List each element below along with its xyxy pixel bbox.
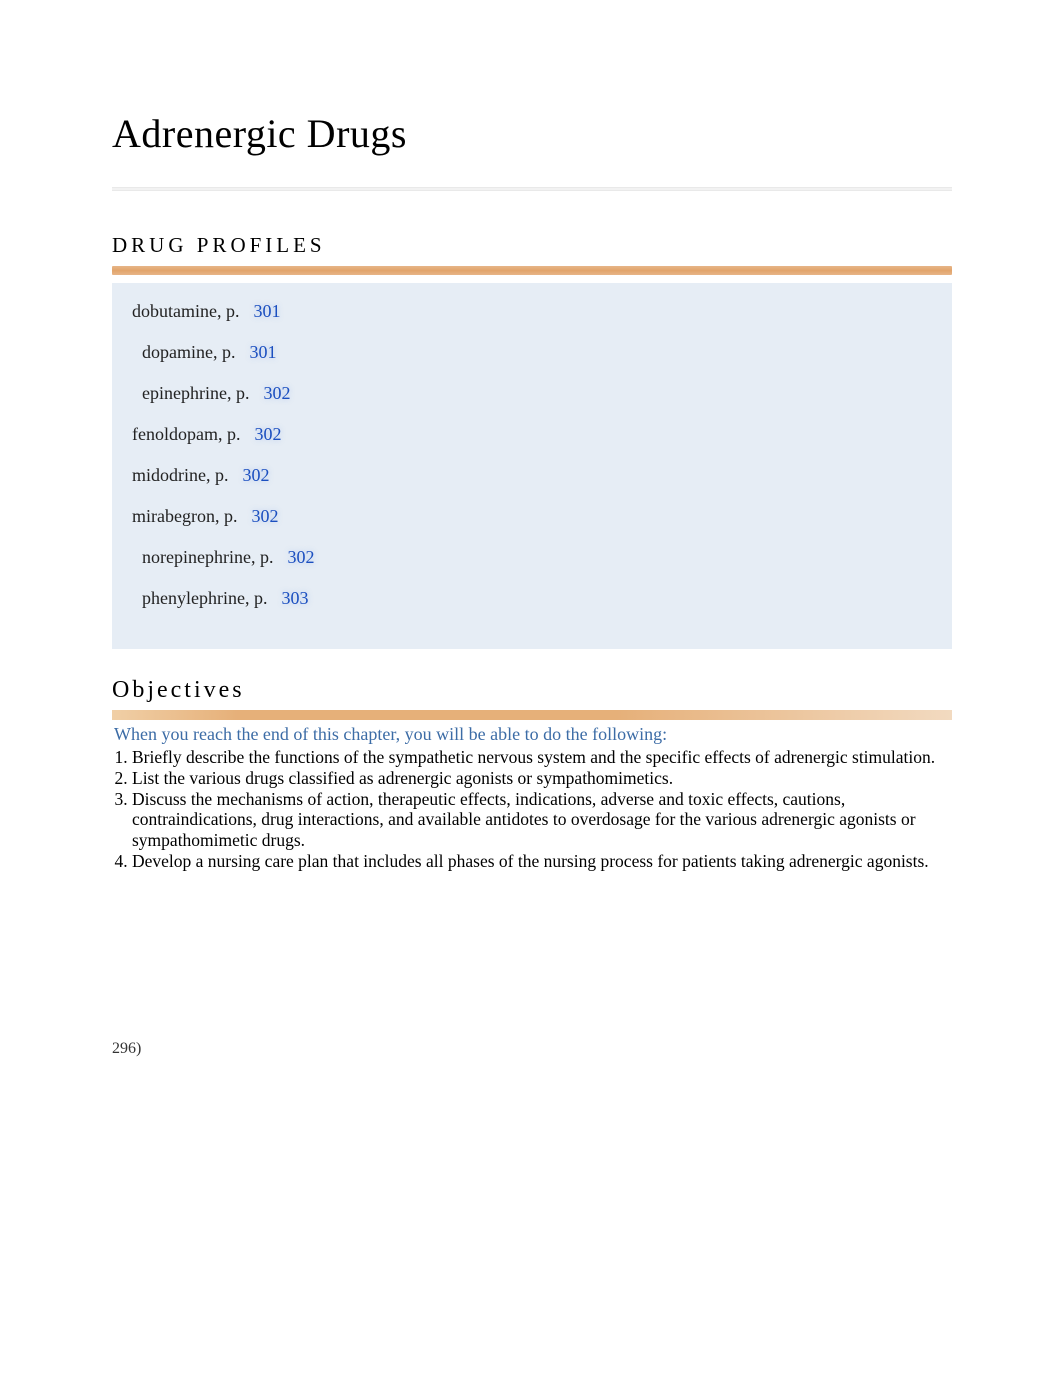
objective-item: Briefly describe the functions of the sy… — [132, 747, 952, 767]
stray-page-fragment: 296) — [112, 1040, 141, 1058]
drug-page-link[interactable]: 302 — [287, 547, 314, 567]
drug-page-link[interactable]: 302 — [251, 506, 278, 526]
drug-profile-item: fenoldopam, p. 302 — [112, 414, 952, 455]
drug-page-link[interactable]: 302 — [263, 383, 290, 403]
drug-label: dopamine, p. — [142, 342, 235, 362]
chapter-title: Adrenergic Drugs — [112, 110, 952, 157]
drug-profile-item: midodrine, p. 302 — [112, 455, 952, 496]
drug-profile-item: dopamine, p. 301 — [112, 332, 952, 373]
drug-profile-item: phenylephrine, p. 303 — [112, 578, 952, 619]
drug-profile-item: mirabegron, p. 302 — [112, 496, 952, 537]
drug-label: dobutamine, p. — [132, 301, 239, 321]
objective-text: Briefly describe the functions of the sy… — [132, 747, 935, 767]
objectives-heading: Objectives — [112, 677, 952, 704]
drug-profile-item: epinephrine, p. 302 — [112, 373, 952, 414]
drug-profile-item: norepinephrine, p. 302 — [112, 537, 952, 578]
objective-text: Discuss the mechanisms of action, therap… — [132, 789, 916, 849]
objectives-accent-bar — [112, 710, 952, 720]
drug-profile-item: dobutamine, p. 301 — [112, 291, 952, 332]
objectives-list: Briefly describe the functions of the sy… — [112, 747, 952, 871]
objective-item: Develop a nursing care plan that include… — [132, 851, 952, 871]
drug-page-link[interactable]: 302 — [254, 424, 281, 444]
objective-text: List the various drugs classified as adr… — [132, 768, 673, 788]
title-divider — [112, 187, 952, 191]
drug-page-link[interactable]: 301 — [253, 301, 280, 321]
drug-page-link[interactable]: 301 — [249, 342, 276, 362]
drug-label: phenylephrine, p. — [142, 588, 267, 608]
objective-item: Discuss the mechanisms of action, therap… — [132, 789, 952, 849]
drug-page-link[interactable]: 302 — [243, 465, 270, 485]
drug-page-link[interactable]: 303 — [281, 588, 308, 608]
objectives-lead: When you reach the end of this chapter, … — [114, 724, 952, 745]
section-accent-bar — [112, 266, 952, 275]
objective-text: Develop a nursing care plan that include… — [132, 851, 929, 871]
drug-label: fenoldopam, p. — [132, 424, 240, 444]
drug-label: mirabegron, p. — [132, 506, 237, 526]
objective-item: List the various drugs classified as adr… — [132, 768, 952, 788]
drug-label: midodrine, p. — [132, 465, 229, 485]
drug-profiles-heading: DRUG PROFILES — [112, 233, 952, 258]
drug-label: norepinephrine, p. — [142, 547, 273, 567]
drug-label: epinephrine, p. — [142, 383, 249, 403]
drug-profile-list: dobutamine, p. 301 dopamine, p. 301 epinephr… — [112, 283, 952, 649]
